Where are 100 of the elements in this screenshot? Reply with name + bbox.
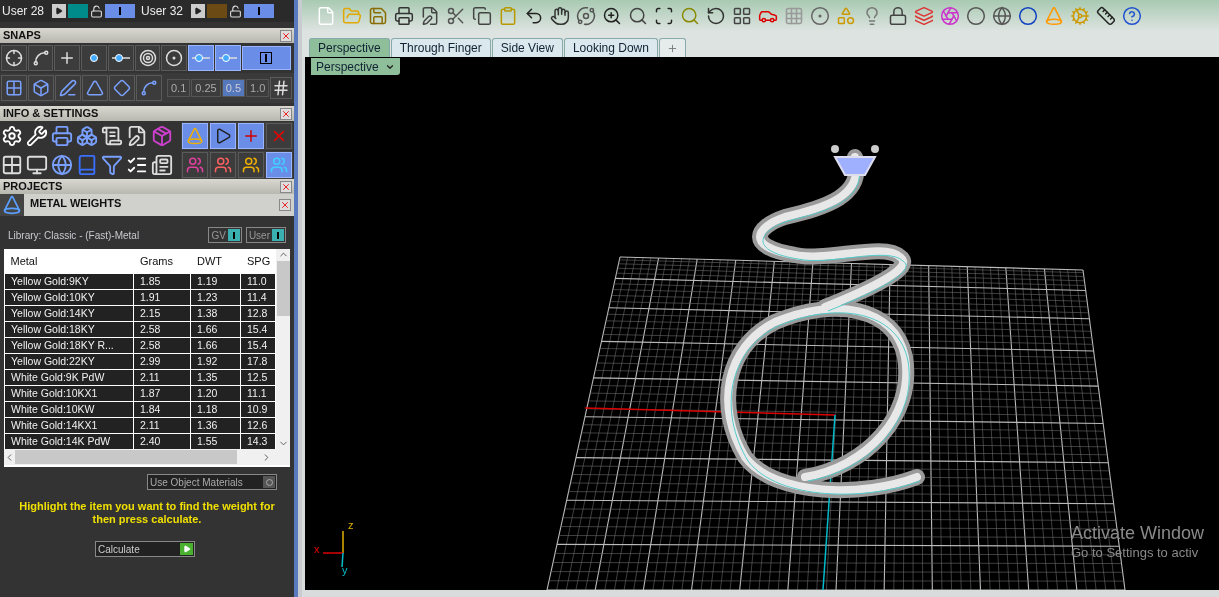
tool-button[interactable] bbox=[81, 45, 107, 71]
view-dropdown[interactable]: Perspective bbox=[311, 58, 400, 75]
tool-button[interactable] bbox=[214, 45, 241, 71]
user-label: User 28 bbox=[2, 3, 46, 20]
close-button[interactable] bbox=[280, 107, 292, 120]
toggle-button[interactable]: GV bbox=[208, 227, 242, 243]
horizontal-scrollbar[interactable] bbox=[4, 449, 290, 465]
table-cell: 1.18 bbox=[190, 401, 241, 417]
tool-button[interactable] bbox=[1, 75, 27, 101]
layers-icon[interactable] bbox=[914, 5, 934, 26]
table-cell: 1.87 bbox=[133, 385, 191, 401]
play-button[interactable] bbox=[191, 4, 205, 18]
tool-button[interactable] bbox=[54, 45, 81, 71]
circle-dot-icon[interactable] bbox=[810, 5, 830, 26]
tool-button[interactable] bbox=[136, 75, 162, 101]
table-cell: Yellow Gold:22KY bbox=[4, 353, 134, 369]
grid-icon bbox=[5, 79, 23, 97]
document-icon[interactable] bbox=[151, 153, 173, 176]
globe-icon[interactable] bbox=[51, 153, 73, 176]
search-icon[interactable] bbox=[628, 5, 648, 26]
add-tab-button[interactable] bbox=[658, 38, 686, 57]
file-pen-icon[interactable] bbox=[126, 124, 148, 147]
clipboard-icon[interactable] bbox=[498, 5, 518, 26]
scroll-icon[interactable] bbox=[101, 124, 123, 147]
column-header[interactable]: Metal bbox=[4, 249, 134, 273]
padlock-icon[interactable] bbox=[229, 4, 242, 18]
tool-button[interactable] bbox=[161, 45, 188, 71]
crosshair-icon bbox=[4, 49, 23, 67]
circle-dot-icon bbox=[165, 49, 184, 67]
boxes-icon[interactable] bbox=[76, 124, 98, 147]
table-cell: 1.35 bbox=[190, 369, 241, 385]
hand-icon[interactable] bbox=[550, 5, 570, 26]
table-cell: 1.36 bbox=[190, 417, 241, 433]
file-pen-icon[interactable] bbox=[420, 5, 440, 26]
tool-button[interactable] bbox=[107, 45, 134, 71]
table-cell: White Gold:10KW bbox=[4, 401, 134, 417]
toggle-switch[interactable] bbox=[105, 4, 135, 18]
cube-icon bbox=[32, 79, 50, 97]
copy-icon[interactable] bbox=[472, 5, 492, 26]
snap-toggle-button[interactable] bbox=[241, 46, 292, 70]
plus-icon bbox=[666, 42, 678, 54]
gear-icon[interactable] bbox=[1, 124, 23, 147]
tool-button[interactable] bbox=[55, 75, 81, 101]
lock-icon[interactable] bbox=[888, 5, 908, 26]
tool-button[interactable] bbox=[82, 75, 108, 101]
view-tab[interactable]: Through Finger bbox=[390, 38, 491, 57]
color-wheel-icon[interactable] bbox=[940, 5, 960, 26]
scissors-icon[interactable] bbox=[446, 5, 466, 26]
column-header[interactable]: DWT bbox=[190, 249, 241, 273]
monitor-icon[interactable] bbox=[26, 153, 48, 176]
tool-button[interactable] bbox=[210, 122, 236, 149]
orbit-icon[interactable] bbox=[576, 5, 596, 26]
view-tab[interactable]: Perspective bbox=[309, 38, 390, 57]
checkbox-button[interactable]: Use Object Materials bbox=[147, 474, 277, 490]
tool-button[interactable] bbox=[270, 77, 293, 99]
padlock-icon[interactable] bbox=[90, 4, 103, 18]
increment-button[interactable]: 0.1 bbox=[167, 79, 191, 97]
user-label: User 32 bbox=[141, 3, 185, 20]
close-button[interactable] bbox=[280, 29, 292, 42]
toggle-switch[interactable] bbox=[244, 4, 274, 18]
view-tab[interactable]: Looking Down bbox=[563, 38, 658, 57]
grid-icon[interactable] bbox=[732, 5, 752, 26]
scrollbar[interactable] bbox=[276, 249, 290, 449]
panel-title: SNAPS bbox=[3, 30, 41, 41]
printer-icon[interactable] bbox=[51, 124, 73, 147]
table-cell: White Gold:10KX1 bbox=[4, 385, 134, 401]
help-icon[interactable] bbox=[1122, 5, 1142, 26]
wrench-icon[interactable] bbox=[26, 124, 48, 147]
scan-icon[interactable] bbox=[654, 5, 674, 26]
table-cell: 1.38 bbox=[190, 305, 241, 321]
cone-icon bbox=[186, 126, 204, 145]
line-point-icon bbox=[111, 54, 130, 62]
tool-button[interactable] bbox=[238, 122, 264, 149]
zoom-in-icon[interactable] bbox=[602, 5, 622, 26]
ruler-icon[interactable] bbox=[1096, 5, 1116, 26]
book-icon[interactable] bbox=[76, 153, 98, 176]
tool-button[interactable] bbox=[27, 45, 54, 71]
view-tab[interactable]: Side View bbox=[491, 38, 563, 57]
toggle-button[interactable]: User bbox=[245, 227, 286, 243]
close-button[interactable] bbox=[280, 180, 292, 193]
rotate-icon[interactable] bbox=[706, 5, 726, 26]
printer-icon[interactable] bbox=[394, 5, 414, 26]
tool-button[interactable] bbox=[134, 45, 161, 71]
tool-button[interactable] bbox=[28, 75, 54, 101]
filter-icon[interactable] bbox=[101, 153, 123, 176]
axis-label: x bbox=[314, 544, 320, 555]
calculate-button[interactable]: Calculate bbox=[95, 541, 195, 557]
tool-button[interactable] bbox=[266, 151, 292, 178]
close-button[interactable] bbox=[279, 199, 291, 211]
increment-button[interactable]: 1.0 bbox=[246, 79, 270, 97]
increment-button[interactable]: 0.25 bbox=[191, 79, 221, 97]
column-header[interactable]: SPG bbox=[240, 249, 276, 273]
tool-button[interactable] bbox=[182, 122, 208, 149]
play-button[interactable] bbox=[52, 4, 66, 18]
table-cell: 1.92 bbox=[190, 353, 241, 369]
grid-icon[interactable] bbox=[1, 153, 23, 176]
tool-button[interactable] bbox=[238, 151, 264, 178]
tool-button[interactable] bbox=[1, 45, 27, 71]
column-header[interactable]: Grams bbox=[133, 249, 191, 273]
tool-button[interactable] bbox=[109, 75, 135, 101]
